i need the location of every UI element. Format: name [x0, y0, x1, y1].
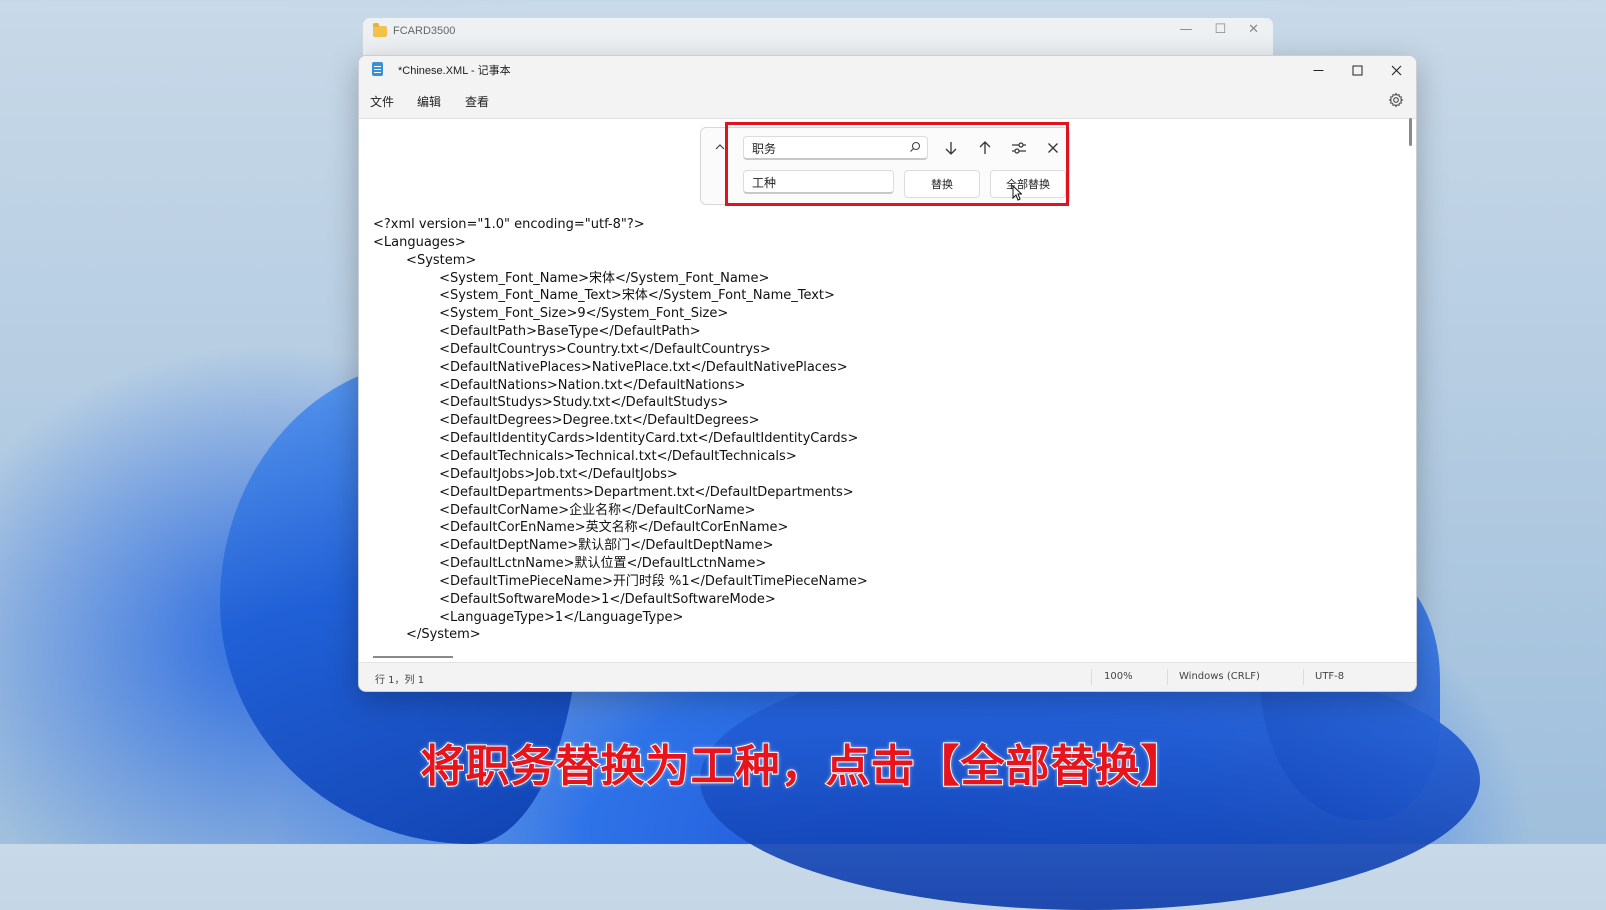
folder-icon [373, 22, 387, 37]
text-line: <DefaultTimePieceName>开门时段 %1</DefaultTi… [373, 573, 868, 589]
notepad-window: *Chinese.XML - 记事本 文件 编辑 查看 职务 工种 替换 全部替… [358, 55, 1417, 692]
title-bar: *Chinese.XML - 记事本 [359, 56, 1416, 84]
text-line: <DefaultPath>BaseType</DefaultPath> [373, 324, 701, 340]
close-icon [1391, 65, 1402, 75]
mouse-cursor-icon [1012, 185, 1022, 201]
text-line: <DefaultNativePlaces>NativePlace.txt</De… [373, 359, 848, 375]
window-controls [1299, 56, 1416, 84]
text-editor[interactable]: <?xml version="1.0" encoding="utf-8"?> <L… [373, 216, 1373, 656]
minimize-icon [1313, 69, 1324, 71]
vertical-scrollbar[interactable] [1409, 118, 1412, 146]
text-line: <DefaultDegrees>Degree.txt</DefaultDegre… [373, 413, 760, 429]
text-line: <DefaultDeptName>默认部门</DefaultDeptName> [373, 538, 774, 554]
text-line: <DefaultCountrys>Country.txt</DefaultCou… [373, 341, 771, 357]
menu-edit[interactable]: 编辑 [417, 93, 441, 110]
close-button[interactable] [1377, 56, 1416, 84]
horizontal-scrollbar[interactable] [373, 656, 453, 658]
text-line: <System_Font_Size>9</System_Font_Size> [373, 306, 729, 322]
status-divider [1303, 669, 1304, 685]
zoom-level: 100% [1104, 671, 1133, 682]
maximize-icon [1352, 65, 1363, 75]
explorer-title: FCARD3500 [393, 25, 456, 37]
text-line: <DefaultSoftwareMode>1</DefaultSoftwareM… [373, 591, 776, 607]
text-line: <DefaultStudys>Study.txt</DefaultStudys> [373, 395, 729, 411]
text-line: <DefaultCorEnName>英文名称</DefaultCorEnName… [373, 520, 789, 536]
cursor-position: 行 1，列 1 [375, 675, 425, 686]
maximize-button[interactable] [1338, 56, 1377, 84]
minimize-icon[interactable]: — [1179, 22, 1192, 37]
maximize-icon[interactable]: ☐ [1214, 22, 1226, 37]
text-line: <DefaultIdentityCards>IdentityCard.txt</… [373, 431, 859, 447]
text-line: <DefaultLctnName>默认位置</DefaultLctnName> [373, 556, 767, 572]
text-line: <?xml version="1.0" encoding="utf-8"?> [373, 217, 645, 232]
minimize-button[interactable] [1299, 56, 1338, 84]
notepad-icon [372, 62, 383, 76]
text-line: <DefaultNations>Nation.txt</DefaultNatio… [373, 377, 746, 393]
status-divider [1091, 669, 1092, 685]
line-ending: Windows (CRLF) [1179, 671, 1260, 682]
explorer-title-bar: FCARD3500 [373, 22, 456, 37]
text-line: <LanguageType>1</LanguageType> [373, 609, 684, 625]
window-title: *Chinese.XML - 记事本 [398, 65, 511, 77]
menu-bar: 文件 编辑 查看 [359, 84, 1416, 119]
text-line: <DefaultJobs>Job.txt</DefaultJobs> [373, 466, 678, 482]
explorer-window-controls: — ☐ ✕ [1179, 22, 1259, 37]
menu-view[interactable]: 查看 [465, 93, 489, 110]
text-line: <System_Font_Name_Text>宋体</System_Font_N… [373, 288, 835, 304]
text-line: <DefaultCorName>企业名称</DefaultCorName> [373, 502, 756, 518]
video-subtitle: 将职务替换为工种，点击【全部替换】 [420, 740, 1186, 793]
status-bar: 行 1，列 1 100% Windows (CRLF) UTF-8 [359, 662, 1416, 691]
menu-file[interactable]: 文件 [370, 93, 394, 110]
close-icon[interactable]: ✕ [1248, 22, 1259, 37]
status-divider [1167, 669, 1168, 685]
text-line: <DefaultTechnicals>Technical.txt</Defaul… [373, 448, 797, 464]
text-line: <Languages> [373, 234, 466, 250]
text-line: </System> [373, 627, 481, 643]
encoding: UTF-8 [1315, 671, 1345, 682]
text-line: <System_Font_Name>宋体</System_Font_Name> [373, 270, 770, 286]
text-line: <System> [373, 252, 477, 268]
text-line: <DefaultDepartments>Department.txt</Defa… [373, 484, 854, 500]
gear-icon[interactable] [1388, 92, 1404, 108]
